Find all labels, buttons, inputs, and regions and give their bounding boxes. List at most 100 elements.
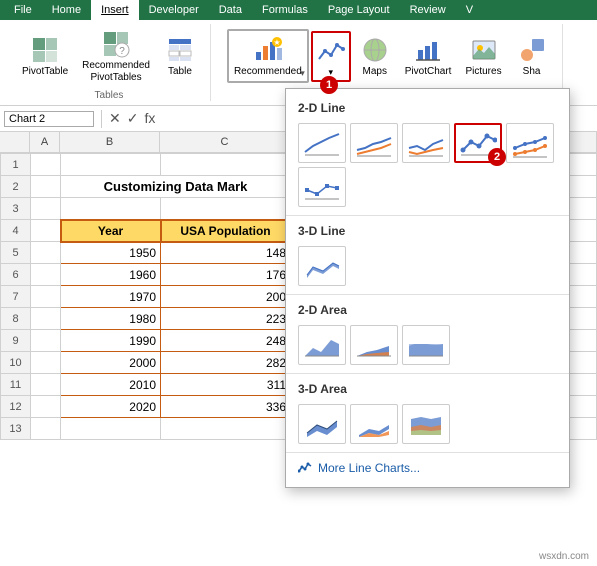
row-num: 3 [1,198,31,220]
cell-a2[interactable] [31,176,61,198]
tab-review[interactable]: Review [400,0,456,20]
charts-small-buttons: ▾ [311,31,351,82]
tab-more[interactable]: V [456,0,483,20]
pictures-button[interactable]: Pictures [459,30,507,82]
recommended-pivot-icon: ? [100,28,132,60]
section-2d-area-title: 2-D Area [286,299,569,321]
dropdown-arrow-icon: ▾ [300,68,305,79]
pictures-label: Pictures [465,66,501,78]
formula-icons: ✕ ✓ fx [109,110,155,127]
charts-buttons: ★ Recommended ▾ [227,24,554,88]
recommended-pivot-button[interactable]: ? RecommendedPivotTables [76,24,156,88]
more-line-charts-icon [298,461,312,475]
svg-text:?: ? [119,46,125,57]
tab-page-layout[interactable]: Page Layout [318,0,400,20]
pivot-chart-button[interactable]: PivotChart [399,30,458,82]
2d-area-charts-row [286,321,569,369]
area-chart-100pct[interactable] [402,325,450,365]
section-3d-area-title: 3-D Area [286,378,569,400]
cell-c3[interactable] [161,198,291,220]
cell-b1[interactable] [61,154,161,176]
cell-a3[interactable] [31,198,61,220]
col-header-c: C [160,132,290,152]
table-icon [164,34,196,66]
line-chart-markers[interactable] [454,123,502,163]
cell-b3[interactable] [61,198,161,220]
tab-formulas[interactable]: Formulas [252,0,318,20]
col-header-population: USA Population [161,220,291,242]
row-num: 4 [1,220,31,242]
more-link-label: More Line Charts... [318,461,420,475]
pivot-table-label: PivotTable [22,66,68,78]
formula-separator [101,110,102,128]
tab-insert[interactable]: Insert [91,0,139,20]
line-chart-basic[interactable] [298,123,346,163]
col-header-a: A [30,132,60,152]
3d-area-charts-row [286,400,569,448]
area-3d-basic[interactable] [298,404,346,444]
maps-icon [359,34,391,66]
ribbon-tabs: File Home Insert Developer Data Formulas… [0,0,597,20]
row-header-corner [0,132,30,152]
section-2d-line-title: 2-D Line [286,97,569,119]
ribbon-group-tables: PivotTable ? RecommendedPivotTables [8,24,211,101]
maps-label: Maps [363,66,387,78]
tables-group-label: Tables [95,88,124,101]
tab-home[interactable]: Home [42,0,91,20]
watermark: wsxdn.com [539,551,589,562]
col-header-year: Year [61,220,161,242]
spreadsheet-title: Customizing Data Mark [61,176,291,198]
2d-line-charts-row [286,119,569,167]
cancel-formula-icon[interactable]: ✕ [109,110,121,127]
line-chart-stacked-markers[interactable] [506,123,554,163]
pivot-table-icon [29,34,61,66]
tab-developer[interactable]: Developer [139,0,209,20]
shapes-label: Sha [523,66,541,78]
more-line-charts-link[interactable]: More Line Charts... [286,457,569,479]
pivot-table-button[interactable]: PivotTable [16,30,74,82]
tables-buttons: PivotTable ? RecommendedPivotTables [16,24,202,88]
shapes-button[interactable]: Sha [510,30,554,82]
name-box[interactable] [4,111,94,127]
line-chart-stacked[interactable] [350,123,398,163]
line-chart-dropdown: 2-D Line [285,88,570,488]
function-icon[interactable]: fx [144,110,155,127]
recommended-charts-icon: ★ [252,34,284,66]
line-chart-100pct[interactable] [402,123,450,163]
area-3d-100pct[interactable] [402,404,450,444]
divider-4 [286,452,569,453]
area-chart-basic[interactable] [298,325,346,365]
maps-button[interactable]: Maps [353,30,397,82]
area-3d-stacked[interactable] [350,404,398,444]
recommended-charts-label: Recommended [234,66,302,78]
tab-data[interactable]: Data [209,0,252,20]
cell-a1[interactable] [31,154,61,176]
recommended-charts-button[interactable]: ★ Recommended ▾ [227,29,309,83]
divider-2 [286,294,569,295]
line-chart-button[interactable]: ▾ [311,31,351,82]
pivot-chart-icon [412,34,444,66]
divider-3 [286,373,569,374]
section-3d-line-title: 3-D Line [286,220,569,242]
divider-1 [286,215,569,216]
line-chart-label: ▾ [329,67,334,78]
area-chart-stacked[interactable] [350,325,398,365]
tab-file[interactable]: File [4,0,42,20]
line-chart-3d[interactable] [298,246,346,286]
confirm-formula-icon[interactable]: ✓ [127,110,139,127]
pictures-icon [468,34,500,66]
3d-line-charts-row [286,242,569,290]
shapes-icon [516,34,548,66]
table-label: Table [168,66,192,78]
table-button[interactable]: Table [158,30,202,82]
recommended-pivot-label: RecommendedPivotTables [82,60,150,84]
line-chart-icon [315,35,347,67]
line-chart-100pct-markers[interactable] [298,167,346,207]
watermark-text: wsxdn.com [539,551,589,562]
cell-c1[interactable] [161,154,291,176]
row-num: 1 [1,154,31,176]
col-header-b: B [60,132,160,152]
cell-a4[interactable] [31,220,61,242]
pivot-chart-label: PivotChart [405,66,452,78]
2d-line-row2 [286,167,569,211]
